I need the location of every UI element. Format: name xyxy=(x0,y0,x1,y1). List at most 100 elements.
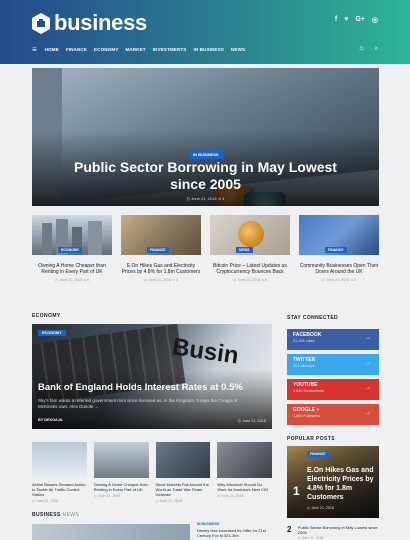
economy-featured-post[interactable]: Busin ECONOMY Bank of England Holds Inte… xyxy=(32,324,272,429)
post-category-badge[interactable]: NEWS xyxy=(236,247,253,253)
social-count: 1,000 Followers xyxy=(293,414,320,418)
instagram-icon[interactable]: ◎ xyxy=(372,16,378,24)
nav-economy[interactable]: ECONOMY xyxy=(94,47,118,52)
popular-meta: ◴ June 21, 2018 xyxy=(307,506,334,510)
social-count: 20 Followers xyxy=(293,364,315,368)
post-thumbnail: FINANCE xyxy=(299,215,379,255)
list-item[interactable]: FINANCE E.On Hikes Gas and Electricity P… xyxy=(121,215,201,282)
post-thumbnail xyxy=(217,442,272,478)
post-category-badge[interactable]: FINANCE xyxy=(325,247,347,253)
post-category-badge[interactable]: ECONOMY xyxy=(58,247,83,253)
post-title[interactable]: Why Microsoft Should Do Work for America… xyxy=(217,482,272,492)
google-plus-icon[interactable]: G+ xyxy=(355,16,365,24)
logo-hexagon-icon xyxy=(32,12,50,34)
list-item[interactable]: Owning A Home Cheaper than Renting in Ev… xyxy=(93,442,149,503)
social-name: YOUTUBE xyxy=(293,382,318,388)
google-plus-follow-button[interactable]: GOOGLE + 1,000 Followers → xyxy=(287,404,379,425)
top-posts-grid: ECONOMY Owning A Home Cheaper than Renti… xyxy=(32,215,379,282)
arrow-right-icon: → xyxy=(365,410,371,416)
business-news-side-post[interactable]: IN BUSINESS Disney Has Increased Its Off… xyxy=(197,522,272,538)
user-icon[interactable]: ☺ xyxy=(358,46,364,53)
youtube-follow-button[interactable]: YOUTUBE 2,040 Subscribers → xyxy=(287,379,379,400)
popular-title[interactable]: E.On Hikes Gas and Electricity Prices by… xyxy=(307,466,379,502)
economy-heading[interactable]: ECONOMY xyxy=(32,313,61,319)
post-title[interactable]: Disney Has Increased Its Offer for 21st … xyxy=(197,528,272,538)
list-item[interactable]: Why Microsoft Should Do Work for America… xyxy=(217,442,272,503)
search-icon[interactable]: ⌕ xyxy=(375,46,378,53)
post-meta: ◴ June 21, 2018 ⊲ 0 xyxy=(322,278,356,283)
post-thumbnail xyxy=(155,442,211,478)
business-news-heading[interactable]: BUSINESS NEWS xyxy=(32,512,79,518)
post-title[interactable]: Stock Markets Fall Around the World as T… xyxy=(156,482,211,497)
popular-rank: 1 xyxy=(293,484,300,498)
social-name: FACEBOOK xyxy=(293,332,322,338)
nav-investments[interactable]: INVESTMENTS xyxy=(153,47,187,52)
nav-market[interactable]: MARKET xyxy=(125,47,145,52)
featured-title[interactable]: Bank of England Holds Interest Rates at … xyxy=(38,382,243,393)
post-title[interactable]: Airline Bosses Demand Action to Tackle A… xyxy=(32,482,87,497)
stay-connected-heading: STAY CONNECTED xyxy=(287,315,339,321)
popular-title[interactable]: Public Sector Borrowing in May Lowest si… xyxy=(298,525,379,535)
post-meta: ◴ June 21, 2018 xyxy=(93,494,120,498)
nav-news[interactable]: NEWS xyxy=(231,47,245,52)
facebook-follow-button[interactable]: FACEBOOK 21,194 Likes → xyxy=(287,329,379,350)
post-category-badge[interactable]: FINANCE xyxy=(307,451,329,457)
post-thumbnail: FINANCE xyxy=(121,215,201,255)
post-title[interactable]: Community Businesses Open Their Doors Ar… xyxy=(299,263,379,275)
post-meta: ◴ June 21, 2018 ⊲ 0 xyxy=(55,278,89,283)
post-meta: ◴ June 21, 2018 xyxy=(32,499,59,503)
popular-post-2[interactable]: 2 Public Sector Borrowing in May Lowest … xyxy=(287,525,379,540)
main-nav: ≡ HOME FINANCE ECONOMY MARKET INVESTMENT… xyxy=(32,44,378,54)
twitter-icon[interactable]: ♥ xyxy=(344,16,348,24)
post-title[interactable]: E.On Hikes Gas and Electricity Prices by… xyxy=(121,263,201,275)
list-item[interactable]: FINANCE Community Businesses Open Their … xyxy=(299,215,379,282)
nav-finance[interactable]: FINANCE xyxy=(66,47,87,52)
featured-author[interactable]: BY DEXOAJA xyxy=(38,418,63,422)
hamburger-menu-icon[interactable]: ≡ xyxy=(32,45,37,54)
popular-rank: 2 xyxy=(287,525,292,534)
heading-strong: BUSINESS xyxy=(32,512,61,518)
list-item[interactable]: Airline Bosses Demand Action to Tackle A… xyxy=(32,442,87,503)
post-category-badge[interactable]: ECONOMY xyxy=(38,330,66,336)
site-logo[interactable]: business xyxy=(32,10,147,36)
post-meta: ◴ June 21, 2018 ⊲ 0 xyxy=(233,278,267,283)
social-name: TWITTER xyxy=(293,357,316,363)
hero-title[interactable]: Public Sector Borrowing in May Lowest si… xyxy=(72,159,339,193)
nav-home[interactable]: HOME xyxy=(45,47,59,52)
post-thumbnail xyxy=(93,442,149,478)
post-category[interactable]: IN BUSINESS xyxy=(197,522,272,526)
post-thumbnail: NEWS xyxy=(210,215,290,255)
social-count: 21,194 Likes xyxy=(293,339,315,343)
header-social-links: f ♥ G+ ◎ xyxy=(335,16,378,24)
post-meta: ◴ June 21, 2018 xyxy=(155,499,182,503)
post-meta: ◴ June 21, 2018 ⊲ 0 xyxy=(144,278,178,283)
post-meta: ◴ June 21, 2018 xyxy=(217,494,244,498)
business-news-thumbnail[interactable] xyxy=(32,524,190,540)
social-count: 2,040 Subscribers xyxy=(293,389,324,393)
site-header: business f ♥ G+ ◎ ≡ HOME FINANCE ECONOMY… xyxy=(0,0,410,64)
arrow-right-icon: → xyxy=(365,360,371,366)
arrow-right-icon: → xyxy=(365,385,371,391)
post-thumbnail: ECONOMY xyxy=(32,215,112,255)
hero-meta: ◴ June 21, 2018 ⊲ 4 xyxy=(186,196,225,201)
post-category-badge[interactable]: FINANCE xyxy=(147,247,169,253)
popular-posts-heading: POPULAR POSTS xyxy=(287,436,335,442)
popular-meta: ◴ June 21, 2018 xyxy=(297,536,324,540)
stay-connected-widget: STAY CONNECTED FACEBOOK 21,194 Likes → T… xyxy=(287,315,379,425)
facebook-icon[interactable]: f xyxy=(335,16,337,24)
nav-in-business[interactable]: IN BUSINESS xyxy=(193,47,223,52)
twitter-follow-button[interactable]: TWITTER 20 Followers → xyxy=(287,354,379,375)
list-item[interactable]: NEWS Bitcoin Price – Latest Updates as C… xyxy=(210,215,290,282)
list-item[interactable]: ECONOMY Owning A Home Cheaper than Renti… xyxy=(32,215,112,282)
heading-light: NEWS xyxy=(62,512,80,518)
arrow-right-icon: → xyxy=(365,335,371,341)
post-thumbnail xyxy=(32,442,87,478)
logo-text: business xyxy=(54,10,147,35)
list-item[interactable]: Stock Markets Fall Around the World as T… xyxy=(155,442,211,503)
hero-category-badge[interactable]: IN BUSINESS xyxy=(189,150,223,159)
post-title[interactable]: Bitcoin Price – Latest Updates as Crypto… xyxy=(210,263,290,275)
popular-featured-post[interactable]: FINANCE 1 E.On Hikes Gas and Electricity… xyxy=(287,446,379,518)
post-title[interactable]: Owning A Home Cheaper than Renting in Ev… xyxy=(94,482,149,492)
post-title[interactable]: Owning A Home Cheaper than Renting in Ev… xyxy=(32,263,112,275)
featured-excerpt: Sky's fam wants a referred government mi… xyxy=(38,398,238,409)
